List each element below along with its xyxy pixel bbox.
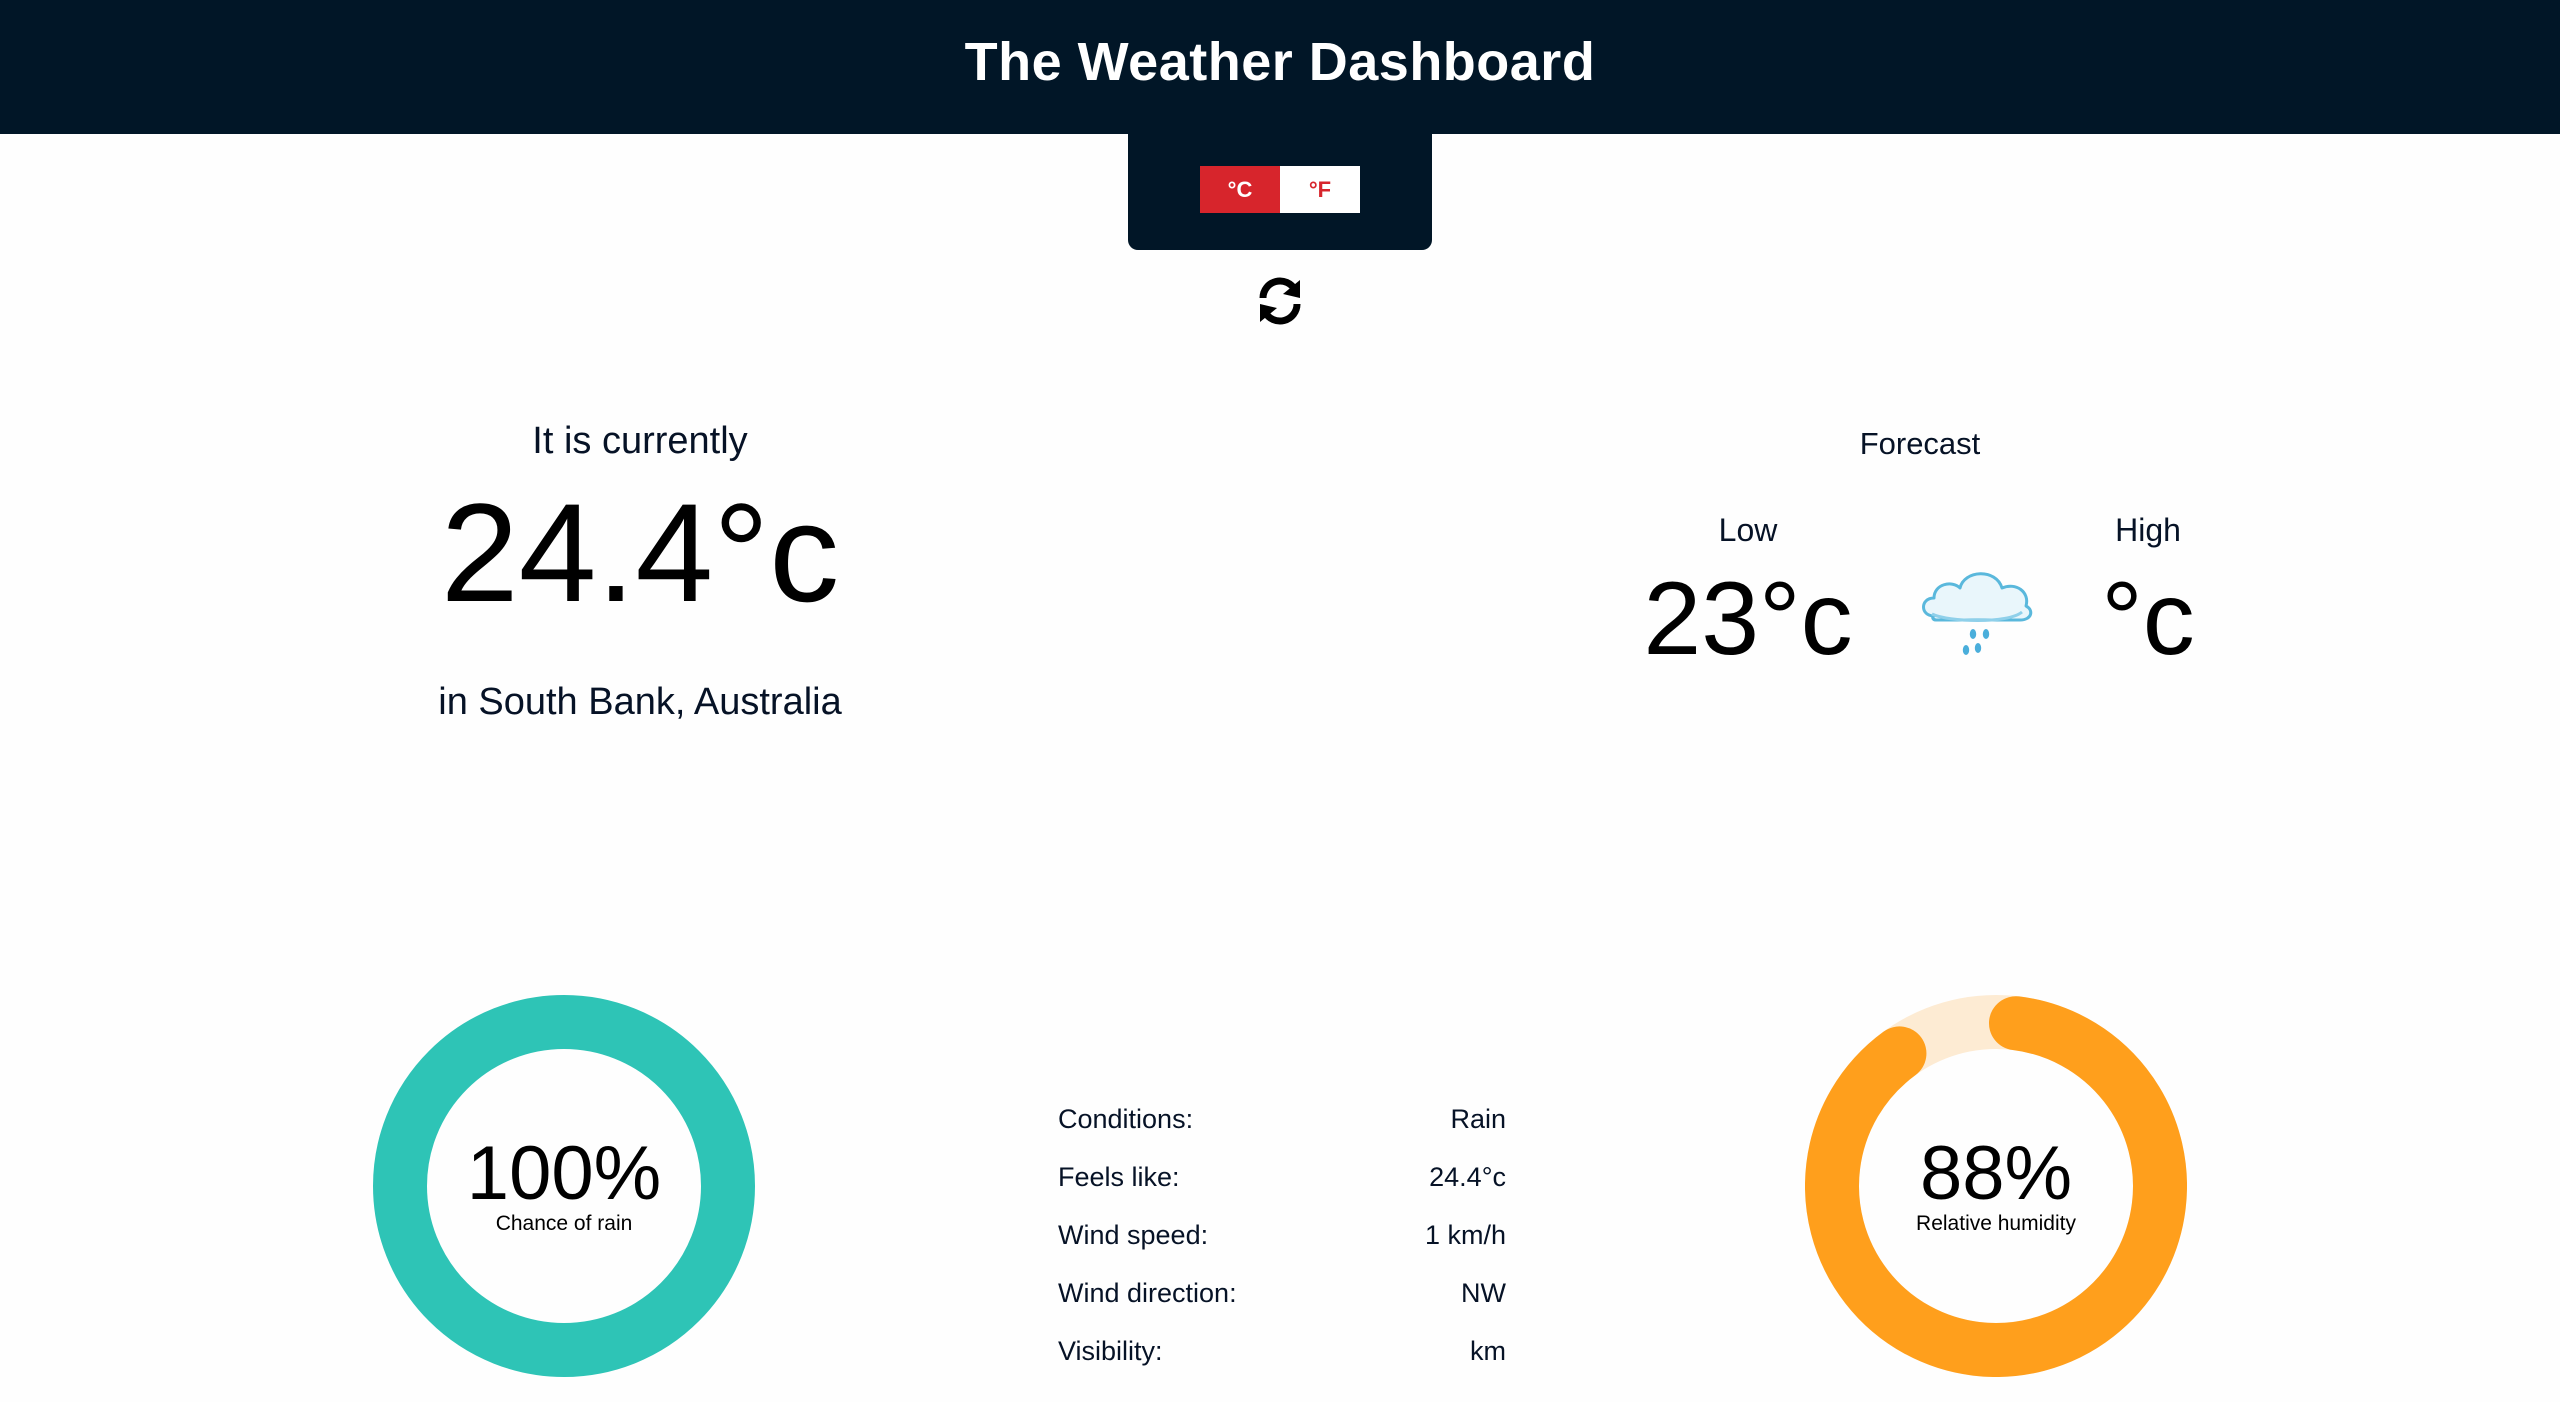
details-label: Conditions: <box>1058 1103 1194 1134</box>
unit-toggle: °C °F <box>1200 166 1360 213</box>
details-value: NW <box>1461 1277 1506 1308</box>
weather-dashboard-page: The Weather Dashboard °C °F It is curren… <box>0 0 2560 1402</box>
forecast-low: Low 23°c <box>1618 512 1878 671</box>
details-value: Rain <box>1450 1103 1506 1134</box>
details-row: Wind speed: 1 km/h <box>1058 1206 1506 1264</box>
details-value: 24.4°c <box>1429 1161 1506 1192</box>
forecast-high: High °c <box>2018 512 2278 671</box>
details-label: Visibility: <box>1058 1335 1163 1366</box>
forecast-high-value: °c <box>2101 561 2195 677</box>
fahrenheit-button[interactable]: °F <box>1280 166 1360 213</box>
rain-chance-donut: 100% Chance of rain <box>373 995 755 1377</box>
current-label: It is currently <box>532 420 748 462</box>
details-table: Conditions: Rain Feels like: 24.4°c Wind spe… <box>1058 1090 1506 1380</box>
unit-toggle-panel: °C °F <box>1128 133 1432 250</box>
celsius-button[interactable]: °C <box>1200 166 1280 213</box>
details-row: Wind direction: NW <box>1058 1264 1506 1322</box>
refresh-icon <box>1259 277 1301 325</box>
details-row: Visibility: km <box>1058 1322 1506 1380</box>
current-temperature: 24.4°c <box>440 474 840 631</box>
forecast-low-label: Low <box>1718 512 1778 548</box>
details-label: Feels like: <box>1058 1161 1180 1192</box>
details-label: Wind speed: <box>1058 1219 1209 1250</box>
humidity-value: 88% <box>1919 1131 2073 1216</box>
current-weather: It is currently 24.4°c in South Bank, Au… <box>340 420 940 724</box>
rain-chance-value: 100% <box>466 1131 662 1216</box>
forecast-title: Forecast <box>1859 426 1981 461</box>
refresh-button[interactable] <box>1255 272 1305 328</box>
details-value: 1 km/h <box>1424 1219 1506 1250</box>
current-location: in South Bank, Australia <box>438 681 842 723</box>
details-label: Wind direction: <box>1058 1277 1237 1308</box>
forecast-low-value: 23°c <box>1643 561 1853 677</box>
humidity-donut: 88% Relative humidity <box>1805 995 2187 1377</box>
details-row: Conditions: Rain <box>1058 1090 1506 1148</box>
humidity-caption: Relative humidity <box>1916 1212 2076 1235</box>
rain-chance-caption: Chance of rain <box>495 1212 633 1235</box>
forecast-high-label: High <box>2115 512 2181 548</box>
page-title: The Weather Dashboard <box>964 32 1596 92</box>
header-bar: The Weather Dashboard <box>0 0 2560 134</box>
details-value: km <box>1470 1335 1506 1366</box>
details-row: Feels like: 24.4°c <box>1058 1148 1506 1206</box>
